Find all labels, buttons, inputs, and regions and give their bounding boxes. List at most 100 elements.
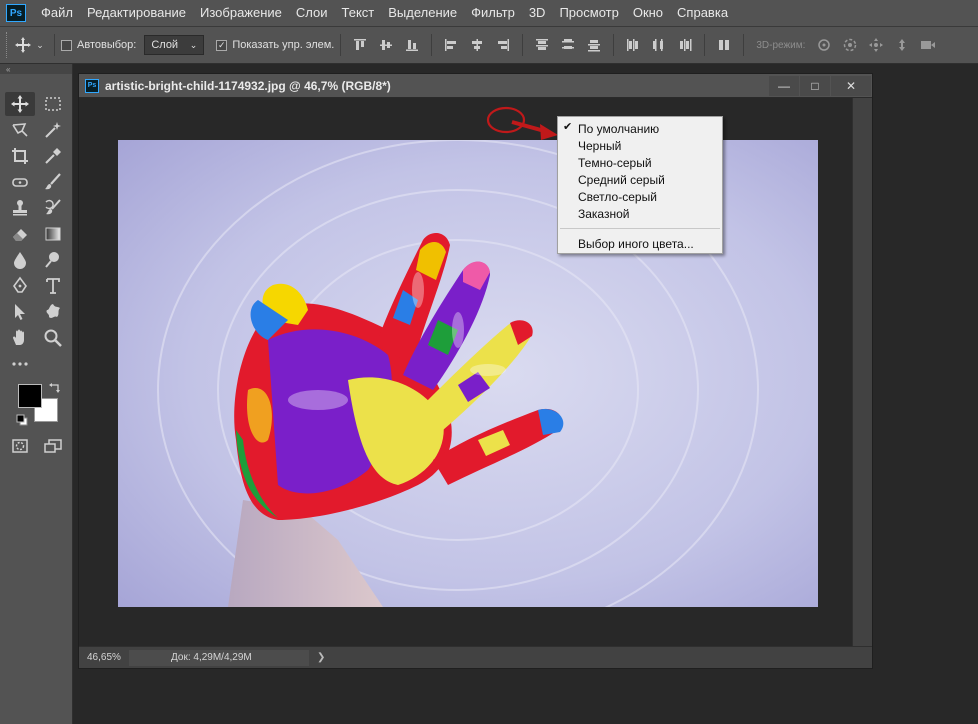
hand-icon [13, 329, 24, 345]
menu-item-default[interactable]: ✔ По умолчанию [558, 120, 722, 137]
screen-mode-button[interactable] [38, 434, 68, 458]
default-colors-icon [16, 414, 28, 426]
menu-help[interactable]: Справка [670, 0, 735, 26]
menu-item-light-gray[interactable]: Светло-серый [558, 188, 722, 205]
menu-item-label: Средний серый [578, 172, 665, 187]
document-tab[interactable]: Ps artistic-bright-child-1174932.jpg @ 4… [79, 74, 872, 98]
menu-view[interactable]: Просмотр [552, 0, 625, 26]
gradient-tool[interactable] [38, 222, 68, 246]
edit-toolbar-button[interactable] [5, 352, 35, 376]
3d-roll-button[interactable] [837, 32, 863, 58]
align-top-edges-button[interactable] [347, 32, 373, 58]
dodge-tool[interactable] [38, 248, 68, 272]
menu-item-select-custom-color[interactable]: Выбор иного цвета... [558, 235, 722, 252]
status-menu-arrow-icon[interactable]: ❯ [317, 652, 325, 663]
menu-window[interactable]: Окно [626, 0, 670, 26]
3d-slide-button[interactable] [889, 32, 915, 58]
document-window: Ps artistic-bright-child-1174932.jpg @ 4… [78, 73, 873, 669]
distribute-right-button[interactable] [672, 32, 698, 58]
menu-item-black[interactable]: Черный [558, 137, 722, 154]
move-icon [15, 37, 32, 53]
distribute-hcenter-icon [653, 39, 664, 51]
screen-mode-icon [44, 439, 62, 453]
menu-type[interactable]: Текст [335, 0, 382, 26]
type-tool[interactable] [38, 274, 68, 298]
canvas-area[interactable] [79, 98, 854, 648]
divider [431, 34, 433, 56]
divider [743, 34, 745, 56]
distribute-hcenter-button[interactable] [646, 32, 672, 58]
menu-select[interactable]: Выделение [381, 0, 464, 26]
align-vertical-centers-button[interactable] [373, 32, 399, 58]
menu-item-dark-gray[interactable]: Темно-серый [558, 154, 722, 171]
slide-icon [899, 39, 906, 51]
crop-tool[interactable] [5, 144, 35, 168]
distribute-vcenter-icon [562, 39, 575, 49]
pen-tool[interactable] [5, 274, 35, 298]
status-bar: 46,65% Док: 4,29M/4,29M ❯ [79, 646, 872, 668]
eyedropper-tool[interactable] [38, 144, 68, 168]
move-tool-preset-button[interactable]: ⌄ [10, 32, 48, 58]
healing-brush-tool[interactable] [5, 170, 35, 194]
menu-bar: Ps Файл Редактирование Изображение Слои … [0, 0, 978, 26]
orbit-icon [818, 39, 831, 51]
panel-collapse-header[interactable]: « [0, 64, 72, 74]
menu-3d[interactable]: 3D [522, 0, 553, 26]
align-right-icon [498, 39, 510, 51]
lasso-tool[interactable] [5, 118, 35, 142]
custom-shape-tool[interactable] [38, 300, 68, 324]
menu-item-medium-gray[interactable]: Средний серый [558, 171, 722, 188]
align-right-edges-button[interactable] [490, 32, 516, 58]
divider [522, 34, 524, 56]
menu-image[interactable]: Изображение [193, 0, 289, 26]
menu-filter[interactable]: Фильтр [464, 0, 522, 26]
align-horizontal-centers-button[interactable] [464, 32, 490, 58]
align-hcenter-icon [472, 39, 483, 51]
menu-file[interactable]: Файл [34, 0, 80, 26]
checkmark-icon: ✔ [563, 121, 573, 133]
distribute-vcenter-button[interactable] [555, 32, 581, 58]
distribute-bottom-icon [588, 40, 601, 52]
type-icon [46, 278, 60, 294]
default-colors-button[interactable] [16, 414, 28, 426]
history-brush-tool[interactable] [38, 196, 68, 220]
photoshop-logo-icon[interactable]: Ps [6, 4, 26, 22]
divider [54, 34, 55, 56]
foreground-color-swatch[interactable] [18, 384, 42, 408]
marquee-tool[interactable] [38, 92, 68, 116]
quick-mask-button[interactable] [5, 434, 35, 458]
move-tool[interactable] [5, 92, 35, 116]
menu-item-custom[interactable]: Заказной [558, 205, 722, 222]
distribute-bottom-button[interactable] [581, 32, 607, 58]
align-bottom-edges-button[interactable] [399, 32, 425, 58]
distribute-left-button[interactable] [620, 32, 646, 58]
auto-align-button[interactable] [711, 32, 737, 58]
path-selection-tool[interactable] [5, 300, 35, 324]
zoom-level-field[interactable]: 46,65% [79, 652, 129, 663]
hand-tool[interactable] [5, 326, 35, 350]
brush-tool[interactable] [38, 170, 68, 194]
menu-edit[interactable]: Редактирование [80, 0, 193, 26]
maximize-button[interactable]: □ [800, 76, 830, 96]
chevron-down-icon: ⌄ [189, 39, 198, 50]
zoom-tool[interactable] [38, 326, 68, 350]
swap-colors-button[interactable] [48, 382, 62, 396]
dodge-icon [45, 252, 59, 268]
distribute-top-button[interactable] [529, 32, 555, 58]
3d-pan-button[interactable] [863, 32, 889, 58]
3d-orbit-button[interactable] [811, 32, 837, 58]
eraser-tool[interactable] [5, 222, 35, 246]
vertical-scrollbar[interactable] [852, 98, 872, 648]
close-button[interactable]: ✕ [831, 76, 871, 96]
chevron-down-icon: ⌄ [36, 39, 44, 50]
3d-scale-button[interactable] [915, 32, 941, 58]
autoselect-checkbox[interactable] [61, 39, 72, 51]
minimize-button[interactable]: — [769, 76, 799, 96]
show-controls-checkbox[interactable]: ✓ [216, 39, 228, 51]
blur-tool[interactable] [5, 248, 35, 272]
magic-wand-tool[interactable] [38, 118, 68, 142]
align-left-edges-button[interactable] [438, 32, 464, 58]
clone-stamp-tool[interactable] [5, 196, 35, 220]
autoselect-dropdown[interactable]: Слой ⌄ [144, 35, 205, 55]
menu-layers[interactable]: Слои [289, 0, 335, 26]
